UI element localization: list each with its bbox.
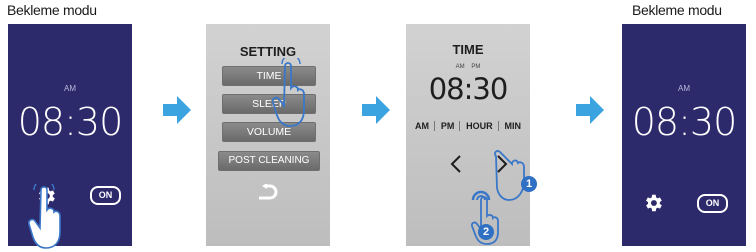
ampm-indicator: AM — [64, 84, 76, 93]
on-button[interactable]: ON — [90, 186, 121, 205]
tab-am[interactable]: AM — [410, 121, 435, 131]
time-title: TIME — [452, 42, 484, 57]
chevron-left-icon[interactable] — [448, 154, 464, 174]
step-badge-1: 1 — [521, 176, 537, 192]
standby-screen-2: AM 08:30 ON — [622, 24, 746, 246]
tab-pm[interactable]: PM — [436, 121, 461, 131]
time-clock: 08:30 — [428, 72, 509, 106]
setting-screen: SETTING TIME SLEEP VOLUME POST CLEANING — [206, 24, 330, 246]
time-screen: TIME AM PM 08:30 AM PM HOUR MIN 1 2 — [406, 24, 537, 246]
standby-caption-right: Bekleme modu — [632, 2, 722, 18]
flow-arrow-3 — [576, 96, 604, 124]
setting-title: SETTING — [239, 44, 297, 59]
on-button[interactable]: ON — [697, 194, 728, 213]
tab-min[interactable]: MIN — [499, 121, 526, 131]
flow-arrow-2 — [362, 96, 390, 124]
hand-pointer-icon — [28, 184, 61, 249]
step-badge-2: 2 — [478, 224, 494, 240]
standby-clock: 08:30 — [631, 100, 738, 144]
flow-arrow-1 — [163, 96, 191, 124]
settings-gear-icon[interactable] — [642, 192, 664, 214]
standby-screen-1: AM 08:30 ON — [8, 24, 132, 246]
hand-pointer-icon — [271, 58, 305, 127]
standby-clock: 08:30 — [17, 100, 124, 144]
ampm-indicator: AM PM — [455, 64, 481, 70]
time-tab-row: AM PM HOUR MIN — [410, 121, 526, 131]
menu-item-post-cleaning[interactable]: POST CLEANING — [218, 151, 320, 171]
standby-caption-left: Bekleme modu — [7, 2, 97, 18]
tab-hour[interactable]: HOUR — [461, 121, 499, 131]
back-return-icon[interactable] — [256, 184, 280, 202]
ampm-indicator: AM — [678, 84, 690, 93]
